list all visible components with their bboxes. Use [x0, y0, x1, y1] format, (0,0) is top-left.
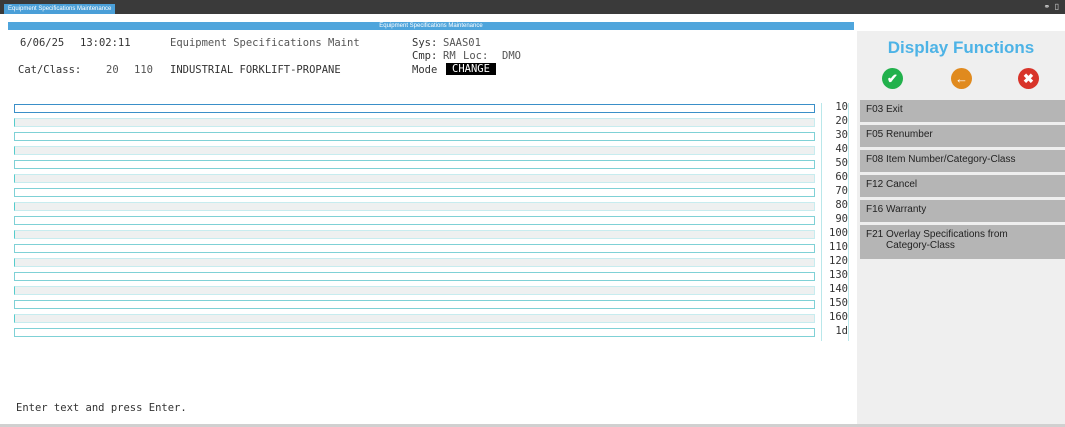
line-number: 70	[835, 185, 848, 197]
line-number: 40	[835, 143, 848, 155]
function-f21-overlay[interactable]: F21 Overlay Specifications from Category…	[860, 225, 1065, 259]
spec-text-row[interactable]	[14, 160, 815, 169]
mode-value: CHANGE	[446, 63, 496, 75]
spec-text-row[interactable]	[14, 244, 815, 253]
panel-title: Display Functions	[887, 38, 1035, 57]
spec-text-row[interactable]	[14, 286, 815, 295]
spec-text-row[interactable]	[14, 216, 815, 225]
line-number: 160	[829, 311, 848, 323]
catclass-label: Cat/Class:	[18, 64, 82, 76]
top-icons: ⚭ ▯	[1043, 2, 1059, 11]
catclass-description: INDUSTRIAL FORKLIFT-PROPANE	[170, 64, 341, 76]
back-arrow-icon[interactable]: ←	[951, 68, 972, 89]
function-f03-exit[interactable]: F03 Exit	[860, 100, 1065, 122]
line-number: 20	[835, 115, 848, 127]
line-number: 100	[829, 227, 848, 239]
spec-text-row[interactable]	[14, 132, 815, 141]
function-key: F12	[866, 179, 884, 190]
loc-value: DMO	[502, 50, 521, 62]
line-number: 10	[835, 101, 848, 113]
document-icon[interactable]: ▯	[1055, 2, 1059, 11]
class-value: 110	[134, 64, 153, 76]
function-label: Exit	[886, 104, 903, 115]
time: 13:02:11	[80, 37, 131, 49]
spec-text-row[interactable]	[14, 202, 815, 211]
line-number: 140	[829, 283, 848, 295]
line-number: 50	[835, 157, 848, 169]
function-label: Item Number/Category-Class	[886, 154, 1016, 165]
spec-text-row[interactable]	[14, 118, 815, 127]
sys-label: Sys:	[412, 37, 438, 49]
function-f08-item-number[interactable]: F08 Item Number/Category-Class	[860, 150, 1065, 172]
spec-text-row[interactable]	[14, 104, 815, 113]
function-label: Cancel	[886, 179, 918, 190]
line-number: 150	[829, 297, 848, 309]
cmp-value: RM	[443, 50, 456, 62]
link-icon[interactable]: ⚭	[1043, 2, 1050, 11]
spec-text-row[interactable]	[14, 314, 815, 323]
function-label: Renumber	[886, 129, 933, 140]
spec-text-row[interactable]	[14, 300, 815, 309]
cmp-label: Cmp:	[412, 50, 438, 62]
screen-title-bar: Equipment Specifications Maintenance	[8, 22, 854, 30]
program-name: Equipment Specifications Maint	[170, 37, 360, 49]
spec-text-row[interactable]	[14, 174, 815, 183]
sys-value: SAAS01	[443, 37, 481, 49]
spec-text-row[interactable]	[14, 258, 815, 267]
loc-label: Loc:	[463, 50, 489, 62]
function-key: F16	[866, 204, 884, 215]
spec-text-row[interactable]	[14, 230, 815, 239]
function-f16-warranty[interactable]: F16 Warranty	[860, 200, 1065, 222]
spec-text-row[interactable]	[14, 188, 815, 197]
category-value: 20	[106, 64, 119, 76]
line-number: 120	[829, 255, 848, 267]
line-number: 1d	[835, 325, 848, 337]
spec-text-row[interactable]	[14, 146, 815, 155]
function-f05-renumber[interactable]: F05 Renumber	[860, 125, 1065, 147]
close-x-icon[interactable]: ✖	[1018, 68, 1039, 89]
line-number: 90	[835, 213, 848, 225]
spec-text-row[interactable]	[14, 272, 815, 281]
status-message: Enter text and press Enter.	[16, 402, 187, 414]
window-tab[interactable]: Equipment Specifications Maintenance	[4, 4, 116, 14]
line-number: 80	[835, 199, 848, 211]
line-number: 130	[829, 269, 848, 281]
function-label: Warranty	[886, 204, 927, 215]
function-label: Overlay Specifications from Category-Cla…	[886, 229, 1008, 251]
function-key: F21	[866, 229, 884, 240]
line-number: 30	[835, 129, 848, 141]
line-number: 60	[835, 171, 848, 183]
spec-text-row[interactable]	[14, 328, 815, 337]
function-key: F05	[866, 129, 884, 140]
date: 6/06/25	[20, 37, 65, 49]
function-f12-cancel[interactable]: F12 Cancel	[860, 175, 1065, 197]
mode-label: Mode	[412, 64, 438, 76]
display-functions-panel: Display Functions ✔ ← ✖ F03 Exit F05 Ren…	[857, 31, 1065, 427]
line-number: 110	[829, 241, 848, 253]
top-bar: Equipment Specifications Maintenance ⚭ ▯	[0, 0, 1065, 14]
function-key: F03	[866, 104, 884, 115]
check-icon[interactable]: ✔	[882, 68, 903, 89]
function-key: F08	[866, 154, 884, 165]
